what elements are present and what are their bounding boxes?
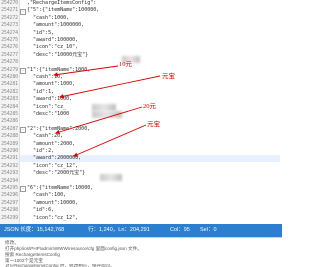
line-number: 254275: [1, 37, 18, 43]
line-number: 254282: [1, 88, 18, 95]
status-bar: JSON 长度：15,142,768 行：1,240，Ln：204,291 Co…: [0, 224, 282, 237]
line-number: 254295: [1, 185, 18, 191]
redacted-region: [100, 174, 122, 181]
code-line[interactable]: ,"RechargeItemsConfig":: [27, 0, 96, 7]
code-line[interactable]: "desc":"1000: [27, 111, 69, 118]
redacted-region: [92, 104, 116, 111]
annotation-10-yuan: 10元: [119, 61, 132, 68]
line-number: 254279: [1, 66, 18, 73]
annotation-yuanbao: 元宝: [147, 121, 160, 128]
annotation-20-yuan: 20元: [143, 103, 156, 110]
code-line[interactable]: "desc":"10000元宝"}: [27, 52, 88, 59]
line-number: 254276: [1, 44, 18, 51]
line-number: 254298: [1, 207, 18, 214]
status-col-info: Col：95: [170, 227, 190, 233]
code-line[interactable]: "award":1000,: [27, 96, 72, 103]
line-number: 254274: [1, 29, 18, 36]
code-line[interactable]: "cash":100,: [27, 192, 66, 199]
line-number: 254285: [1, 111, 18, 117]
code-line[interactable]: "award":100000,: [27, 37, 78, 44]
redacted-region: [92, 111, 122, 118]
line-number: 254281: [1, 81, 18, 88]
code-line[interactable]: "id":1,: [27, 89, 54, 96]
fold-toggle-icon[interactable]: -: [20, 9, 26, 15]
line-number: 254277: [1, 51, 18, 58]
code-line[interactable]: "amount":1000000,: [27, 22, 84, 29]
line-number: 254287: [1, 125, 18, 132]
code-line[interactable]: {"5":{"itemName":100000,: [27, 7, 99, 14]
code-line[interactable]: "icon":"cz_10",: [27, 44, 78, 51]
fold-toggle-icon[interactable]: -: [20, 127, 26, 133]
annotation-yuanbao: 元宝: [162, 73, 175, 80]
line-number: 254289: [1, 140, 18, 147]
line-number: 254273: [1, 22, 18, 29]
code-line[interactable]: "id":5,: [27, 30, 54, 37]
line-number: 254280: [1, 74, 18, 80]
line-number: 254286: [1, 118, 18, 125]
status-file-info: JSON 长度：15,142,768: [4, 227, 65, 233]
code-line[interactable]: "award":2000000,: [27, 155, 81, 162]
code-line[interactable]: "cash":20,: [27, 133, 63, 140]
code-line[interactable]: "id":2,: [27, 148, 54, 155]
line-number: 254299: [1, 214, 18, 221]
line-number: 254278: [1, 59, 18, 66]
code-line[interactable]: "desc":"2000元宝"}: [27, 170, 85, 177]
status-cursor-info: 行：1,240，Ln：204,291: [88, 227, 150, 233]
fold-toggle-icon[interactable]: -: [20, 186, 26, 192]
line-number: 254270: [1, 0, 18, 6]
code-line[interactable]: "id":6,: [27, 207, 54, 214]
code-line[interactable]: "6":{"itemName":10000,: [27, 185, 93, 192]
status-sel-info: Sel：0: [200, 227, 217, 233]
line-number: 254272: [1, 14, 18, 21]
code-line[interactable]: "amount":1000,: [27, 81, 75, 88]
line-number: 254290: [1, 148, 18, 154]
line-number: 254297: [1, 199, 18, 206]
code-line[interactable]: "cash":1000,: [27, 15, 69, 22]
code-line[interactable]: "amount":10000,: [27, 200, 78, 207]
line-number: 254294: [1, 177, 18, 184]
line-number: 254296: [1, 192, 18, 199]
line-number: 254284: [1, 103, 18, 110]
code-line[interactable]: "cash":10,: [27, 74, 63, 81]
line-number: 254293: [1, 170, 18, 177]
line-number: 254288: [1, 133, 18, 140]
code-editor[interactable]: 254270 254271 254272 254273 254274 254275 2542…: [0, 0, 282, 238]
line-number: 254291: [1, 155, 18, 162]
line-number: 254292: [1, 162, 18, 169]
line-number: 254271: [1, 7, 18, 14]
code-line[interactable]: "icon":"cz_: [27, 104, 66, 111]
fold-toggle-icon[interactable]: -: [20, 68, 26, 74]
code-line[interactable]: "2":{"itemName":2000,: [27, 126, 90, 133]
code-line[interactable]: "icon":"cz_12",: [27, 215, 78, 222]
code-line[interactable]: "1":{"itemName":1000,: [27, 67, 90, 74]
line-number: 254283: [1, 96, 18, 103]
code-line[interactable]: "amount":2000,: [27, 141, 75, 148]
